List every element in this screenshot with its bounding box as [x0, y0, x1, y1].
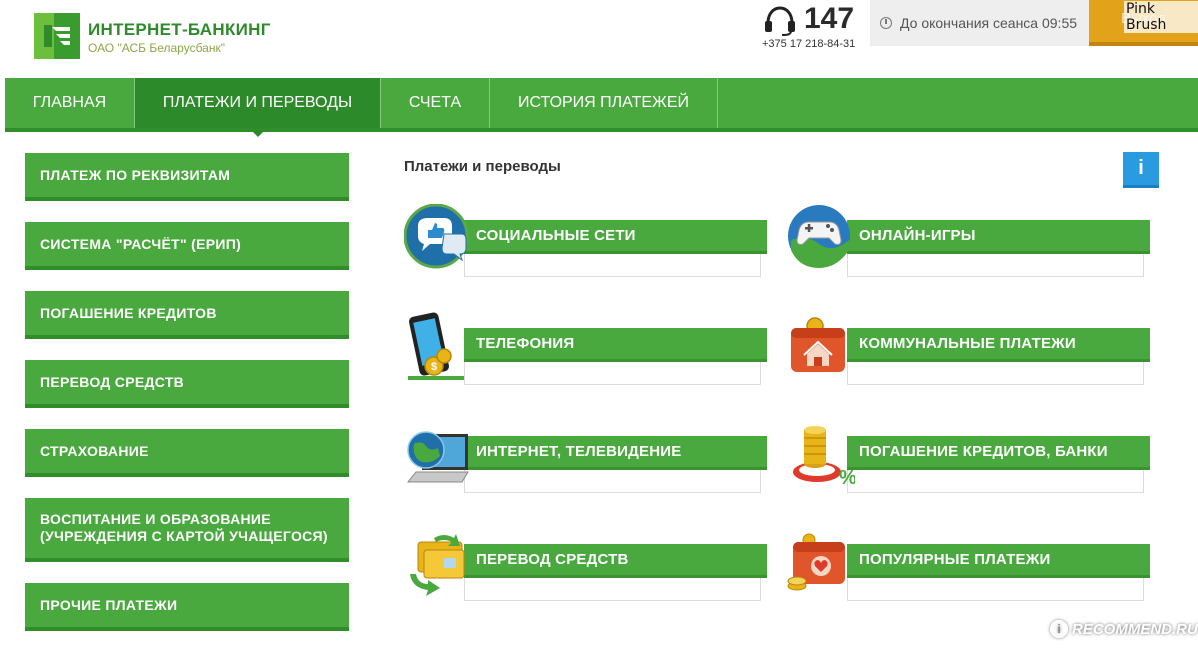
- logout-button-edge: [1089, 42, 1198, 46]
- category-description: [464, 254, 761, 277]
- category-label: ПЕРЕВОД СРЕДСТВ: [464, 544, 767, 578]
- info-icon: i: [1138, 157, 1144, 179]
- online-games-icon: [788, 205, 850, 268]
- category-label: ОНЛАЙН-ИГРЫ: [847, 220, 1150, 254]
- nav-item-accounts[interactable]: СЧЕТА: [381, 78, 490, 128]
- social-networks-icon: [404, 204, 469, 269]
- sidebar-item-transfer[interactable]: ПЕРЕВОД СРЕДСТВ: [25, 360, 349, 408]
- sidebar-item-label: ПЛАТЕЖ ПО РЕКВИЗИТАМ: [40, 166, 231, 183]
- popular-payments-icon: [787, 533, 845, 591]
- utilities-icon: [791, 317, 845, 372]
- active-tab-caret-icon: [250, 130, 265, 137]
- clock-icon: [880, 17, 892, 29]
- category-description: [847, 362, 1144, 385]
- nav-item-history[interactable]: ИСТОРИЯ ПЛАТЕЖЕЙ: [490, 78, 718, 128]
- internet-tv-icon: [406, 431, 469, 483]
- sidebar-item-other[interactable]: ПРОЧИЕ ПЛАТЕЖИ: [25, 583, 349, 631]
- nav-item-label: ИСТОРИЯ ПЛАТЕЖЕЙ: [517, 94, 689, 111]
- nav-item-label: ПЛАТЕЖИ И ПЕРЕВОДЫ: [162, 94, 353, 111]
- brand-subtitle: ОАО "АСБ Беларусбанк": [88, 41, 225, 55]
- sidebar-item-label: ПОГАШЕНИЕ КРЕДИТОВ: [40, 304, 217, 321]
- category-online-games[interactable]: ОНЛАЙН-ИГРЫ: [787, 204, 1157, 284]
- sidebar-item-insurance[interactable]: СТРАХОВАНИЕ: [25, 429, 349, 477]
- sidebar-item-label: ПРОЧИЕ ПЛАТЕЖИ: [40, 596, 178, 613]
- sidebar-item-label: ПЕРЕВОД СРЕДСТВ: [40, 373, 185, 390]
- category-description: [464, 578, 761, 601]
- sidebar-item-label-secondary: (УЧРЕЖДЕНИЯ С КАРТОЙ УЧАЩЕГОСЯ): [40, 528, 328, 544]
- recommend-watermark-text: RECOMMEND.RU: [1072, 620, 1198, 638]
- category-label: СОЦИАЛЬНЫЕ СЕТИ: [464, 220, 767, 254]
- credit-banks-icon: %: [793, 426, 855, 489]
- telephony-icon: $: [408, 312, 464, 380]
- watermark-text: Pink Brush: [1124, 1, 1198, 33]
- brand-title: ИНТЕРНЕТ-БАНКИНГ: [88, 20, 271, 39]
- sidebar-item-label: СИСТЕМА "РАСЧЁТ" (ЕРИП): [40, 235, 242, 252]
- main-navigation: ГЛАВНАЯ ПЛАТЕЖИ И ПЕРЕВОДЫ СЧЕТА ИСТОРИЯ…: [5, 78, 1198, 137]
- sidebar-item-payment-by-details[interactable]: ПЛАТЕЖ ПО РЕКВИЗИТАМ: [25, 153, 349, 201]
- session-timer-text: До окончания сеанса 09:55: [900, 15, 1078, 31]
- nav-item-label: СЧЕТА: [408, 94, 462, 111]
- category-popular-payments[interactable]: ПОПУЛЯРНЫЕ ПЛАТЕЖИ: [787, 528, 1157, 608]
- session-timer: До окончания сеанса 09:55: [870, 0, 1090, 46]
- sidebar-item-erip[interactable]: СИСТЕМА "РАСЧЁТ" (ЕРИП): [25, 222, 349, 270]
- support-phone[interactable]: +375 17 218-84-31: [762, 38, 855, 50]
- nav-item-home[interactable]: ГЛАВНАЯ: [5, 78, 135, 128]
- support-short-number[interactable]: 147: [804, 2, 854, 36]
- sidebar-item-education[interactable]: ВОСПИТАНИЕ И ОБРАЗОВАНИЕ (УЧРЕЖДЕНИЯ С К…: [25, 498, 349, 562]
- sidebar-item-label: ВОСПИТАНИЕ И ОБРАЗОВАНИЕ: [40, 511, 271, 527]
- category-label: ПОГАШЕНИЕ КРЕДИТОВ, БАНКИ: [847, 436, 1150, 470]
- category-label: ИНТЕРНЕТ, ТЕЛЕВИДЕНИЕ: [464, 436, 767, 470]
- sidebar-item-loan-repayment[interactable]: ПОГАШЕНИЕ КРЕДИТОВ: [25, 291, 349, 339]
- category-utilities[interactable]: КОММУНАЛЬНЫЕ ПЛАТЕЖИ: [787, 312, 1157, 392]
- category-label: ТЕЛЕФОНИЯ: [464, 328, 767, 362]
- sidebar-item-label: СТРАХОВАНИЕ: [40, 442, 149, 459]
- category-description: [464, 362, 761, 385]
- category-internet-tv[interactable]: ИНТЕРНЕТ, ТЕЛЕВИДЕНИЕ: [404, 420, 774, 500]
- transfer-icon: [410, 534, 465, 596]
- page-title: Платежи и переводы: [404, 158, 561, 175]
- recommend-watermark: i RECOMMEND.RU: [1050, 616, 1198, 642]
- category-description: [847, 470, 1144, 493]
- category-description: [847, 578, 1144, 601]
- svg-text:%: %: [839, 467, 855, 489]
- nav-item-payments[interactable]: ПЛАТЕЖИ И ПЕРЕВОДЫ: [135, 78, 381, 137]
- category-social-networks[interactable]: СОЦИАЛЬНЫЕ СЕТИ: [404, 204, 774, 284]
- category-transfer[interactable]: ПЕРЕВОД СРЕДСТВ: [404, 528, 774, 608]
- svg-text:$: $: [431, 361, 437, 373]
- bank-logo-icon[interactable]: [34, 13, 80, 59]
- category-description: [847, 254, 1144, 277]
- category-description: [464, 470, 761, 493]
- category-label: ПОПУЛЯРНЫЕ ПЛАТЕЖИ: [847, 544, 1150, 578]
- category-credits-banks[interactable]: ПОГАШЕНИЕ КРЕДИТОВ, БАНКИ %: [787, 420, 1157, 500]
- header: ИНТЕРНЕТ-БАНКИНГ ОАО "АСБ Беларусбанк" 1…: [0, 0, 1198, 78]
- category-label: КОММУНАЛЬНЫЕ ПЛАТЕЖИ: [847, 328, 1150, 362]
- category-telephony[interactable]: ТЕЛЕФОНИЯ $: [404, 312, 774, 392]
- nav-item-label: ГЛАВНАЯ: [32, 94, 107, 111]
- headset-icon: [762, 5, 798, 37]
- recommend-logo-icon: i: [1050, 620, 1068, 638]
- info-button[interactable]: i: [1123, 152, 1159, 188]
